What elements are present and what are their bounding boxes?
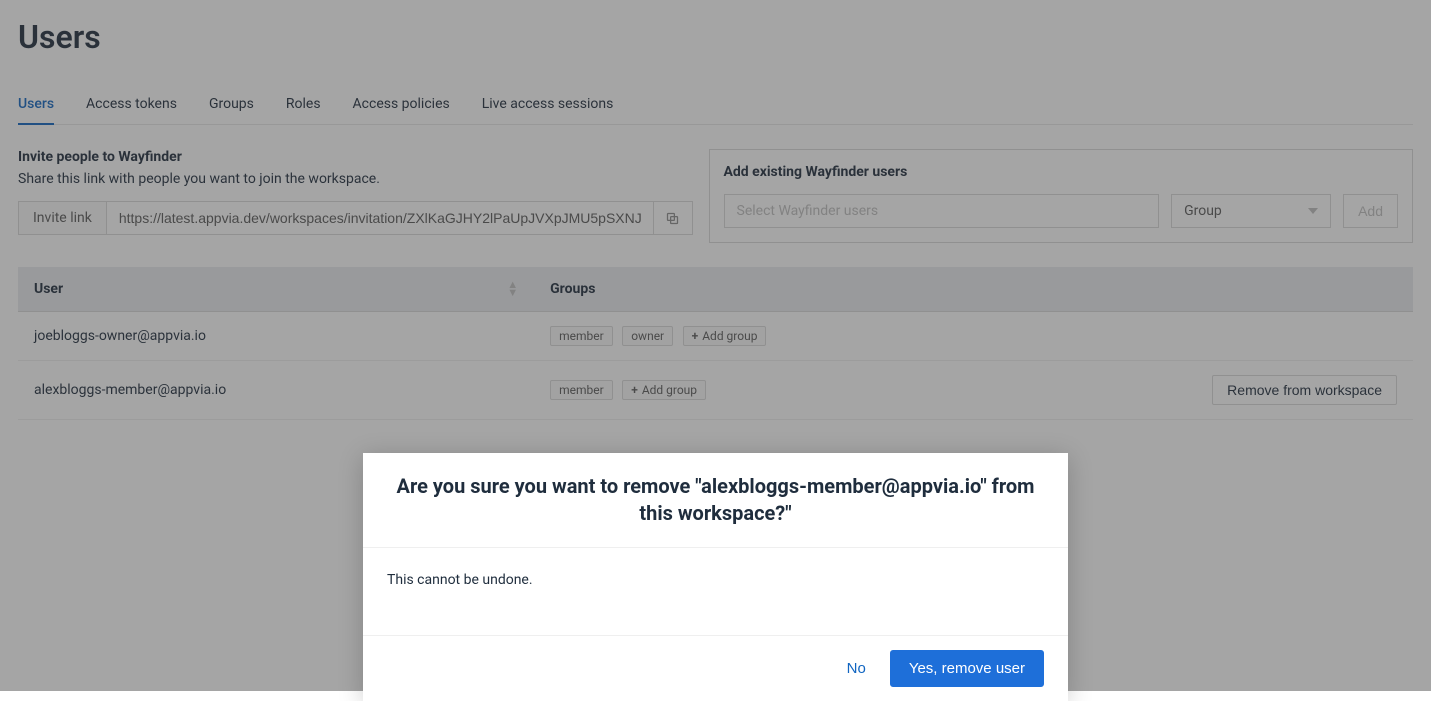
modal-title: Are you sure you want to remove "alexblo…	[387, 473, 1044, 527]
modal-header: Are you sure you want to remove "alexblo…	[363, 453, 1068, 548]
modal-footer: No Yes, remove user	[363, 636, 1068, 701]
confirm-remove-modal: Are you sure you want to remove "alexblo…	[363, 453, 1068, 701]
modal-overlay[interactable]: Are you sure you want to remove "alexblo…	[0, 0, 1431, 691]
modal-body: This cannot be undone.	[363, 548, 1068, 636]
confirm-remove-button[interactable]: Yes, remove user	[890, 650, 1044, 687]
cancel-button[interactable]: No	[839, 652, 874, 685]
